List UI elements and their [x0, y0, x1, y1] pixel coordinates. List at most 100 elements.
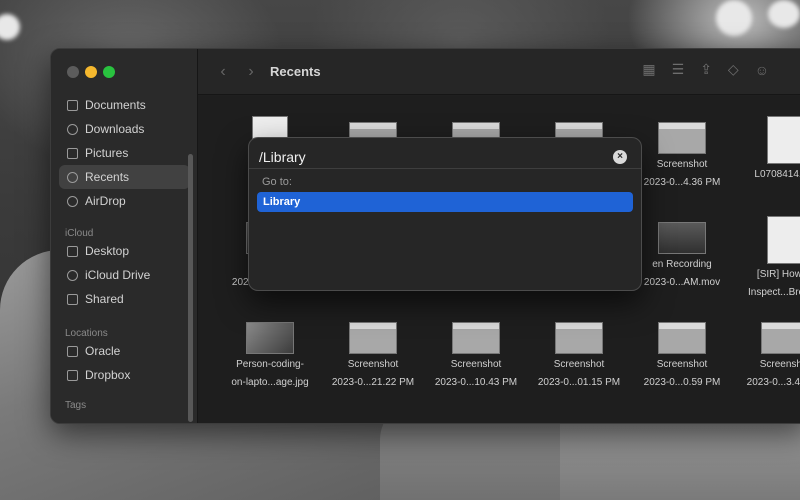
disk-icon	[67, 345, 78, 357]
minimize-button[interactable]	[85, 66, 97, 78]
suggestion-item-library[interactable]: Library	[257, 192, 633, 212]
shared-folder-icon	[67, 293, 78, 305]
sidebar-item-shared[interactable]: Shared	[51, 287, 198, 311]
file-name: on-lapto...age.jpg	[231, 377, 309, 388]
file-name: Screenshot	[450, 359, 502, 370]
light-bulb	[716, 0, 752, 36]
pictures-icon	[67, 147, 78, 159]
file-thumbnail	[349, 322, 397, 354]
file-name: 2023-0...4.36 PM	[643, 177, 721, 188]
file-thumbnail	[658, 322, 706, 354]
icon-view-icon[interactable]: ▦	[642, 61, 655, 78]
file-item[interactable]: Screenshot 2023-0...4.36 PM	[632, 112, 732, 190]
file-item[interactable]: L0708414.pdf	[735, 112, 800, 186]
file-name: 2023-0...0.59 PM	[643, 377, 721, 388]
more-actions-icon[interactable]: ☺	[755, 62, 769, 78]
forward-button[interactable]: ›	[240, 63, 262, 81]
file-thumbnail	[246, 322, 294, 354]
go-to-folder-dialog: × Go to: Library	[248, 137, 642, 291]
file-name: [SIR] How to	[756, 269, 800, 280]
toolbar: ‹ › Recents ▦ ☰ ⇪ ◇ ☺	[198, 49, 800, 95]
file-thumbnail	[658, 122, 706, 154]
file-name: L0708414.pdf	[754, 169, 800, 180]
file-name: Screenshot	[656, 359, 708, 370]
share-icon[interactable]: ⇪	[700, 61, 712, 78]
sidebar-favorites: Documents Downloads Pictures Recents Air…	[51, 93, 198, 213]
sidebar-item-label: Oracle	[85, 344, 121, 358]
file-item[interactable]: Person-coding-on-lapto...age.jpg	[220, 312, 320, 390]
airdrop-icon	[67, 195, 78, 207]
sidebar-locations: Locations Oracle Dropbox Tags	[51, 321, 198, 411]
sidebar-item-desktop[interactable]: Desktop	[51, 239, 198, 263]
document-icon	[67, 99, 78, 111]
file-thumbnail	[452, 322, 500, 354]
group-by-icon[interactable]: ☰	[672, 61, 685, 78]
sidebar-heading: Tags	[65, 400, 87, 411]
sidebar-icloud: iCloud Desktop iCloud Drive Shared	[51, 221, 198, 311]
light-bulb	[768, 0, 800, 28]
sidebar-item-pictures[interactable]: Pictures	[51, 141, 198, 165]
file-name: 2023-0...10.43 PM	[434, 377, 518, 388]
sidebar-item-documents[interactable]: Documents	[51, 93, 198, 117]
file-item[interactable]: en Recording 2023-0...AM.mov	[632, 212, 732, 290]
path-input[interactable]	[259, 149, 599, 165]
sidebar-item-label: Shared	[85, 292, 124, 306]
file-thumbnail	[658, 222, 706, 254]
sidebar-item-oracle[interactable]: Oracle	[51, 339, 198, 363]
dropbox-icon	[67, 369, 78, 381]
file-thumbnail	[761, 322, 800, 354]
sidebar-item-label: Desktop	[85, 244, 130, 258]
sidebar-item-airdrop[interactable]: AirDrop	[51, 189, 198, 213]
sidebar-item-label: Pictures	[85, 146, 129, 160]
sidebar-item-icloud-drive[interactable]: iCloud Drive	[51, 263, 198, 287]
file-name: 2023-0...01.15 PM	[537, 377, 621, 388]
file-name: Person-coding-	[236, 359, 304, 370]
close-button[interactable]	[67, 66, 79, 78]
sidebar-item-label: Dropbox	[85, 368, 131, 382]
sidebar-item-label: Recents	[85, 170, 130, 184]
sidebar-item-recents[interactable]: Recents	[59, 165, 190, 189]
clear-icon[interactable]: ×	[613, 150, 627, 164]
file-item[interactable]: Screenshot 2023-0...10.43 PM	[426, 312, 526, 390]
sidebar-item-downloads[interactable]: Downloads	[51, 117, 198, 141]
file-item[interactable]: Screenshot 2023-0...01.15 PM	[529, 312, 629, 390]
sidebar-item-label: iCloud Drive	[85, 268, 151, 282]
maximize-button[interactable]	[103, 66, 115, 78]
clock-icon	[67, 171, 78, 183]
file-name: Screenshot	[759, 359, 800, 370]
sidebar-item-label: Downloads	[85, 122, 145, 136]
sidebar-item-label: Documents	[85, 98, 146, 112]
file-name: 2023-0...AM.mov	[643, 277, 721, 288]
sidebar-scrollbar[interactable]	[188, 154, 193, 422]
toolbar-actions: ▦ ☰ ⇪ ◇ ☺	[642, 61, 769, 78]
cloud-icon	[67, 269, 78, 281]
file-item[interactable]: Screenshot 2023-0...3.43 PM	[735, 312, 800, 390]
light-bulb	[0, 14, 20, 40]
window-title: Recents	[270, 64, 321, 79]
path-field-container: ×	[259, 144, 631, 170]
file-item[interactable]: Screenshot 2023-0...0.59 PM	[632, 312, 732, 390]
goto-label: Go to:	[262, 176, 292, 188]
file-name: Screenshot	[656, 159, 708, 170]
sidebar-heading: iCloud	[65, 228, 94, 239]
file-name: Inspect...Browse	[748, 287, 800, 298]
tag-icon[interactable]: ◇	[728, 61, 739, 78]
back-button[interactable]: ‹	[212, 63, 234, 81]
divider	[249, 168, 641, 169]
sidebar: Documents Downloads Pictures Recents Air…	[51, 49, 198, 423]
file-name: Screenshot	[347, 359, 399, 370]
desktop-icon	[67, 245, 78, 257]
file-name: Screenshot	[553, 359, 605, 370]
file-name: en Recording	[652, 259, 712, 270]
file-thumbnail	[767, 116, 800, 164]
file-item[interactable]: [SIR] How to Inspect...Browse	[735, 212, 800, 300]
file-thumbnail	[555, 322, 603, 354]
sidebar-item-dropbox[interactable]: Dropbox	[51, 363, 198, 387]
file-item[interactable]: Screenshot 2023-0...21.22 PM	[323, 312, 423, 390]
file-thumbnail	[767, 216, 800, 264]
file-name: 2023-0...21.22 PM	[331, 377, 415, 388]
download-icon	[67, 123, 78, 135]
sidebar-heading: Locations	[65, 328, 108, 339]
window-controls	[67, 66, 115, 78]
sidebar-item-label: AirDrop	[85, 194, 126, 208]
